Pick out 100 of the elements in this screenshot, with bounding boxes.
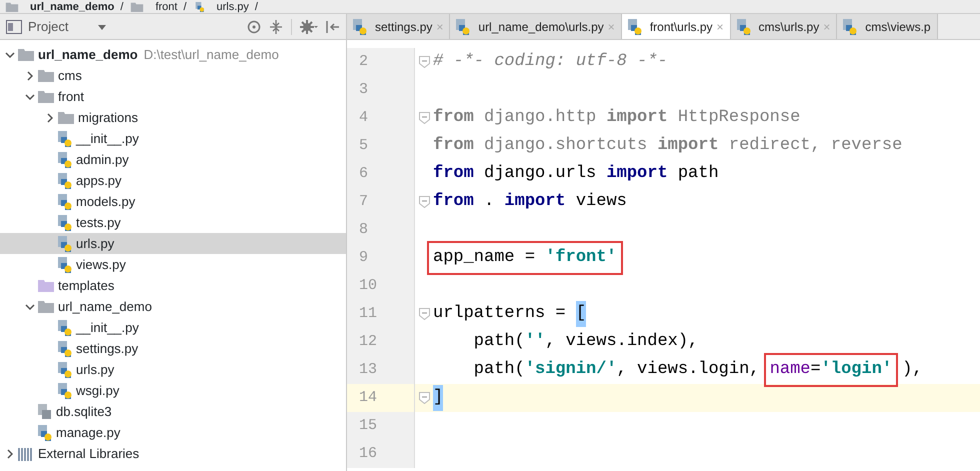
- line-number: 14: [359, 388, 378, 408]
- tree-item[interactable]: External Libraries: [0, 443, 346, 464]
- editor-tab[interactable]: cms\urls.py ×: [730, 14, 838, 39]
- tree-item[interactable]: admin.py: [0, 149, 346, 170]
- tree-item[interactable]: url_name_demo D:\test\url_name_demo: [0, 44, 346, 65]
- panel-title[interactable]: Project: [28, 16, 68, 36]
- python-file-icon: [628, 18, 642, 34]
- chevron-right-icon[interactable]: [47, 112, 53, 122]
- folder-icon: [18, 48, 34, 61]
- folder-icon: [58, 111, 74, 124]
- tree-item[interactable]: front: [0, 86, 346, 107]
- chevron-down-icon[interactable]: [25, 304, 35, 310]
- tree-item[interactable]: models.py: [0, 191, 346, 212]
- editor-tab[interactable]: front\urls.py ×: [622, 14, 731, 39]
- breadcrumb-separator: /: [120, 0, 124, 14]
- line-number: 11: [359, 304, 378, 324]
- fold-marker-icon[interactable]: [418, 308, 430, 320]
- tree-item[interactable]: views.py: [0, 254, 346, 275]
- project-path: D:\test\url_name_demo: [144, 46, 279, 64]
- code-token: path(: [472, 359, 525, 382]
- tree-label: admin.py: [76, 150, 129, 169]
- tree-item[interactable]: apps.py: [0, 170, 346, 191]
- code-token: import: [657, 135, 719, 158]
- code-token: .: [483, 191, 496, 214]
- editor-tab[interactable]: cms\views.p: [837, 14, 938, 39]
- code-token: 'signin/': [524, 359, 617, 382]
- tree-item[interactable]: manage.py: [0, 422, 346, 443]
- breadcrumb-item[interactable]: url_name_demo: [30, 0, 114, 14]
- tree-label: url_name_demo: [38, 46, 138, 64]
- code-token: 'login': [820, 360, 892, 380]
- tree-item[interactable]: cms: [0, 65, 346, 86]
- tree-item[interactable]: migrations: [0, 107, 346, 128]
- chevron-down-icon[interactable]: [25, 94, 35, 100]
- tree-item[interactable]: url_name_demo: [0, 296, 346, 317]
- python-file-icon: [843, 18, 858, 34]
- python-file-icon: [38, 424, 52, 440]
- line-number: 9: [359, 248, 368, 268]
- code-token: [: [576, 301, 586, 327]
- fold-marker-icon[interactable]: [418, 112, 430, 124]
- tree-label: front: [58, 88, 84, 106]
- chevron-down-icon[interactable]: [5, 52, 15, 58]
- code-token: 'front': [545, 248, 617, 268]
- code-token: ),: [902, 359, 923, 382]
- tree-label: manage.py: [56, 424, 120, 442]
- line-number: 6: [359, 164, 368, 184]
- editor-tab[interactable]: settings.py ×: [347, 14, 450, 39]
- breadcrumb-item[interactable]: urls.py: [216, 0, 249, 14]
- line-number: 5: [359, 136, 368, 156]
- python-file-icon: [58, 194, 72, 210]
- folder-icon: [38, 300, 54, 313]
- fold-marker-icon[interactable]: [418, 392, 430, 404]
- tree-label: url_name_demo: [58, 298, 152, 316]
- tree-item[interactable]: urls.py: [0, 359, 346, 380]
- fold-marker-icon[interactable]: [418, 56, 430, 68]
- tree-label: External Libraries: [38, 444, 140, 463]
- tree-label: views.py: [76, 256, 126, 274]
- line-number: 4: [359, 108, 368, 128]
- settings-icon[interactable]: [300, 20, 318, 34]
- chevron-right-icon[interactable]: [7, 448, 13, 458]
- tree-item[interactable]: templates: [0, 275, 346, 296]
- breadcrumb-item[interactable]: front: [155, 0, 178, 14]
- tree-label: migrations: [78, 108, 138, 127]
- tree-item[interactable]: urls.py: [0, 233, 346, 254]
- tree-label: db.sqlite3: [56, 402, 112, 421]
- line-number: 3: [359, 80, 368, 100]
- folder-icon: [38, 69, 54, 82]
- locate-icon[interactable]: [247, 20, 261, 34]
- python-file-icon: [736, 18, 751, 34]
- code-token: django.shortcuts: [483, 135, 648, 158]
- tree-item[interactable]: tests.py: [0, 212, 346, 233]
- hide-panel-icon[interactable]: [326, 20, 340, 34]
- python-file-icon: [58, 382, 72, 398]
- folder-icon: [38, 279, 54, 292]
- tree-item[interactable]: settings.py: [0, 338, 346, 359]
- code-token: # -*- coding: utf-8 -*-: [433, 51, 668, 74]
- python-file-icon: [456, 18, 470, 34]
- code-token: redirect, reverse: [728, 135, 902, 158]
- code-token: urlpatterns =: [433, 303, 567, 326]
- folder-icon: [129, 2, 146, 12]
- tree-item[interactable]: wsgi.py: [0, 380, 346, 401]
- editor-tab[interactable]: url_name_demo\urls.py ×: [450, 14, 622, 39]
- line-number: 2: [359, 52, 368, 72]
- dropdown-caret-icon[interactable]: [98, 24, 106, 30]
- code-token: =: [810, 360, 821, 380]
- fold-marker-icon[interactable]: [418, 196, 430, 208]
- tree-item[interactable]: db.sqlite3: [0, 401, 346, 422]
- chevron-right-icon[interactable]: [27, 70, 33, 80]
- code-token: from: [433, 163, 474, 186]
- collapse-icon[interactable]: [269, 20, 283, 34]
- code-token: , views.login,: [616, 359, 760, 382]
- code-token: from: [433, 135, 474, 158]
- python-file-icon: [353, 18, 367, 34]
- tree-item[interactable]: __init__.py: [0, 128, 346, 149]
- python-file-icon: [192, 2, 207, 12]
- project-icon: [6, 20, 22, 34]
- python-file-icon: [58, 236, 72, 252]
- python-file-icon: [58, 214, 72, 230]
- python-file-icon: [58, 256, 72, 272]
- tree-item[interactable]: __init__.py: [0, 317, 346, 338]
- python-file-icon: [58, 152, 72, 168]
